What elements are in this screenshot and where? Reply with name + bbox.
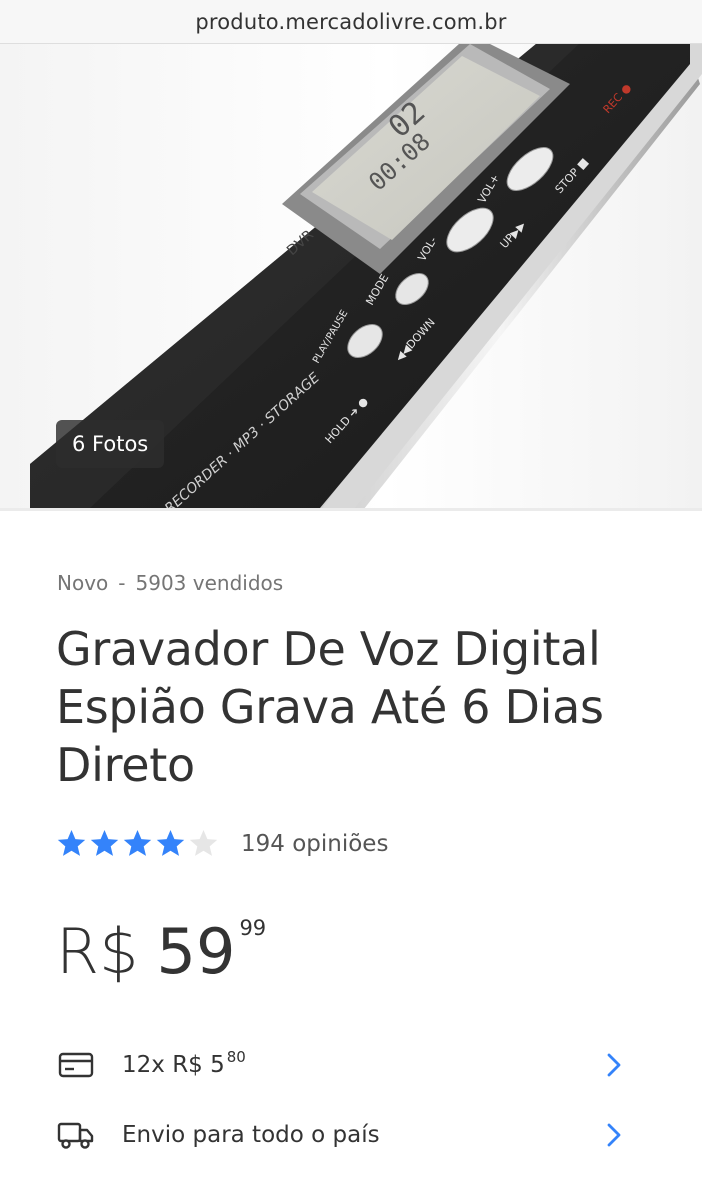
price-currency: R$ — [56, 915, 139, 988]
product-gallery[interactable]: 02 00:08 DVR PLAY/PAUSE MODE VOL- VOL+ ◀… — [0, 44, 702, 508]
sold-count: 5903 vendidos — [135, 571, 284, 595]
condition-separator: - — [118, 571, 126, 595]
installments-row[interactable]: 12x R$ 5 80 — [56, 1040, 626, 1090]
installments-cents: 80 — [226, 1048, 246, 1066]
price: R$ 59 99 — [56, 912, 266, 992]
installments-text: 12x R$ 5 80 — [122, 1048, 602, 1078]
star-rating — [56, 828, 221, 859]
rating[interactable]: 194 opiniões — [56, 828, 388, 859]
star-icon — [123, 829, 152, 856]
card-icon — [56, 1045, 96, 1085]
star-icon — [57, 829, 86, 856]
price-cents: 99 — [239, 916, 267, 940]
star-empty-icon — [189, 829, 218, 856]
price-integer: 59 — [156, 915, 236, 988]
photo-count-badge[interactable]: 6 Fotos — [56, 420, 165, 468]
star-icon — [90, 829, 119, 856]
condition-label: Novo — [57, 571, 109, 595]
truck-icon — [56, 1115, 96, 1155]
star-icon — [156, 829, 185, 856]
shipping-text: Envio para todo o país — [122, 1122, 380, 1148]
review-count[interactable]: 194 opiniões — [241, 831, 388, 857]
shipping-row[interactable]: Envio para todo o país — [56, 1110, 626, 1160]
installments-amount: 12x R$ 5 — [122, 1052, 225, 1078]
chevron-right-icon[interactable] — [602, 1050, 626, 1080]
photo-count-label: 6 Fotos — [72, 432, 149, 456]
product-title: Gravador De Voz Digital Espião Grava Até… — [56, 622, 604, 792]
chevron-right-icon[interactable] — [602, 1120, 626, 1150]
url-text: produto.mercadolivre.com.br — [195, 9, 507, 34]
condition-line: Novo -5903 vendidos — [57, 571, 283, 595]
divider — [0, 508, 702, 511]
browser-url-bar[interactable]: produto.mercadolivre.com.br — [0, 0, 702, 44]
